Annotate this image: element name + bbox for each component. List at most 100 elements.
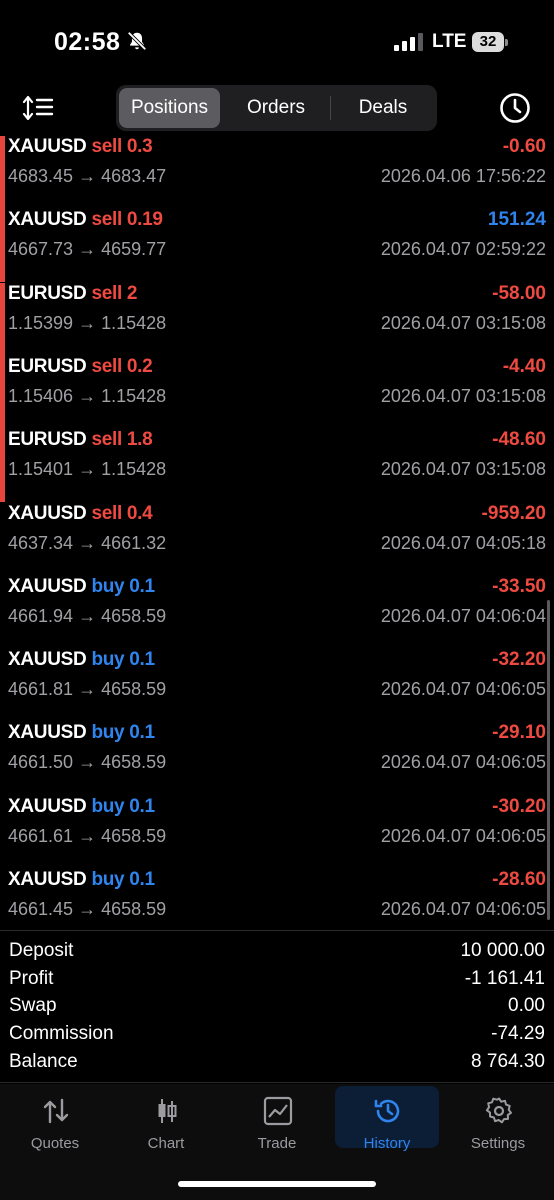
position-profit: -29.10 (492, 722, 546, 743)
position-title: XAUUSD buy 0.1 (8, 722, 155, 744)
position-prices: 4683.45 → 4683.47 (8, 166, 166, 187)
position-accent-bar (0, 136, 5, 209)
sort-icon[interactable] (22, 94, 54, 120)
position-symbol: XAUUSD (8, 209, 87, 230)
arrow-right-icon: → (73, 679, 102, 699)
position-time: 2026.04.07 02:59:22 (380, 239, 546, 259)
tab-settings[interactable]: Settings (446, 1086, 550, 1152)
summary-row-commission: Commission -74.29 (0, 1023, 554, 1051)
position-title: XAUUSD sell 0.19 (8, 209, 163, 231)
tab-positions[interactable]: Positions (119, 88, 220, 128)
position-time: 2026.04.07 03:15:08 (380, 313, 546, 333)
tab-label: Quotes (30, 1135, 80, 1152)
position-prices: 4637.34 → 4661.32 (8, 533, 166, 554)
summary-value: -74.29 (491, 1023, 545, 1044)
close-price: 1.15428 (101, 313, 167, 333)
open-price: 1.15399 (8, 313, 74, 333)
arrow-right-icon: → (73, 313, 102, 333)
tab-label: History (363, 1135, 411, 1152)
position-symbol: XAUUSD (8, 136, 87, 157)
battery-icon: 32 (472, 32, 508, 52)
summary-label: Balance (9, 1051, 78, 1072)
position-row[interactable]: EURUSD sell 0.2 -4.40 1.15406 → 1.15428 2026… (0, 356, 554, 429)
summary-value: -1 161.41 (464, 968, 545, 989)
position-accent-bar (0, 209, 5, 282)
position-row[interactable]: XAUUSD sell 0.3 -0.60 4683.45 → 4683.47 2026… (0, 136, 554, 209)
position-profit: -33.50 (492, 576, 546, 597)
position-row[interactable]: EURUSD sell 1.8 -48.60 1.15401 → 1.15428 202… (0, 429, 554, 502)
home-indicator[interactable] (178, 1181, 376, 1187)
close-price: 4658.59 (101, 679, 167, 699)
position-row[interactable]: XAUUSD sell 0.4 -959.20 4637.34 → 4661.32 20… (0, 503, 554, 576)
tab-trade[interactable]: Trade (225, 1086, 329, 1152)
open-price: 4637.34 (8, 533, 74, 553)
positions-list[interactable]: XAUUSD sell 0.3 -0.60 4683.45 → 4683.47 2026… (0, 136, 554, 928)
position-row[interactable]: XAUUSD buy 0.1 -33.50 4661.94 → 4658.59 2026… (0, 576, 554, 649)
position-profit: 151.24 (487, 209, 546, 230)
position-row[interactable]: XAUUSD sell 0.19 151.24 4667.73 → 4659.77 20… (0, 209, 554, 282)
position-row[interactable]: XAUUSD buy 0.1 -28.60 4661.45 → 4658.59 2026… (0, 869, 554, 928)
position-time: 2026.04.07 04:06:05 (380, 752, 546, 772)
arrow-right-icon: → (73, 166, 102, 186)
summary-label: Swap (9, 995, 57, 1016)
summary-value: 0.00 (508, 995, 545, 1016)
close-price: 1.15428 (101, 459, 167, 479)
position-side-volume: buy 0.1 (91, 796, 155, 817)
close-price: 4658.59 (101, 606, 167, 626)
tabbar-divider (0, 1082, 554, 1083)
position-row[interactable]: XAUUSD buy 0.1 -32.20 4661.81 → 4658.59 2026… (0, 649, 554, 722)
tab-deals[interactable]: Deals (331, 88, 435, 128)
position-side-volume: sell 0.19 (91, 209, 163, 230)
position-prices: 4661.81 → 4658.59 (8, 679, 166, 700)
position-title: XAUUSD buy 0.1 (8, 649, 155, 671)
summary-label: Profit (9, 968, 54, 989)
position-time: 2026.04.07 03:15:08 (380, 459, 546, 479)
position-side-volume: sell 1.8 (91, 429, 153, 450)
open-price: 1.15406 (8, 386, 74, 406)
clock-icon[interactable] (498, 91, 532, 125)
close-price: 4683.47 (101, 166, 167, 186)
position-row[interactable]: EURUSD sell 2 -58.00 1.15399 → 1.15428 2026.… (0, 283, 554, 356)
open-price: 4667.73 (8, 239, 74, 259)
position-side-volume: sell 0.2 (91, 356, 153, 377)
summary-row-swap: Swap 0.00 (0, 995, 554, 1023)
tab-chart[interactable]: Chart (114, 1086, 218, 1152)
position-side-volume: buy 0.1 (91, 649, 155, 670)
position-accent-bar (0, 356, 5, 429)
status-bar: 02:58 LTE 32 (0, 0, 554, 80)
position-title: XAUUSD sell 0.3 (8, 136, 153, 158)
position-prices: 1.15406 → 1.15428 (8, 386, 166, 407)
summary-row-balance: Balance 8 764.30 (0, 1051, 554, 1079)
position-symbol: EURUSD (8, 356, 87, 377)
tab-orders[interactable]: Orders (222, 88, 330, 128)
scrollbar[interactable] (547, 600, 550, 920)
position-time: 2026.04.07 04:06:05 (380, 826, 546, 846)
network-type: LTE (432, 31, 467, 52)
position-row[interactable]: XAUUSD buy 0.1 -29.10 4661.50 → 4658.59 2026… (0, 722, 554, 795)
position-side-volume: buy 0.1 (91, 869, 155, 890)
arrow-right-icon: → (73, 386, 102, 406)
cellular-signal-icon (394, 33, 423, 51)
open-price: 4661.81 (8, 679, 74, 699)
status-time: 02:58 (54, 28, 121, 56)
position-profit: -48.60 (492, 429, 546, 450)
position-row[interactable]: XAUUSD buy 0.1 -30.20 4661.61 → 4658.59 2026… (0, 796, 554, 869)
arrow-right-icon: → (73, 533, 102, 553)
tab-history[interactable]: History (335, 1086, 439, 1152)
arrow-right-icon: → (73, 826, 102, 846)
tab-quotes[interactable]: Quotes (3, 1086, 107, 1152)
close-price: 1.15428 (101, 386, 167, 406)
position-side-volume: sell 0.3 (91, 136, 153, 157)
position-symbol: XAUUSD (8, 796, 87, 817)
position-profit: -28.60 (492, 869, 546, 890)
close-price: 4659.77 (101, 239, 167, 259)
summary-value: 8 764.30 (471, 1051, 545, 1072)
position-time: 2026.04.07 03:15:08 (380, 386, 546, 406)
arrow-right-icon: → (73, 606, 102, 626)
close-price: 4661.32 (101, 533, 167, 553)
history-segmented-control: Positions Orders Deals (116, 85, 437, 131)
position-symbol: XAUUSD (8, 503, 87, 524)
battery-level: 32 (479, 33, 497, 50)
position-title: XAUUSD buy 0.1 (8, 576, 155, 598)
position-prices: 4661.50 → 4658.59 (8, 752, 166, 773)
